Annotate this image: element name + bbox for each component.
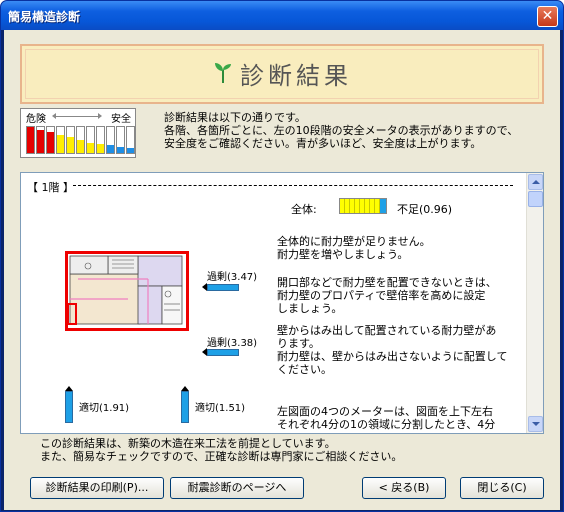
meter-right xyxy=(181,386,189,423)
meter-left xyxy=(65,386,73,423)
meter-bottom-right-label: 過剰(3.38) xyxy=(207,338,258,349)
message-meters-explanation: 左図面の4つのメーターは、図面を上下左右 それぞれ4分の1の領域に分割したとき、… xyxy=(277,405,496,431)
legend-danger-label: 危険 xyxy=(26,114,46,125)
overall-meter xyxy=(339,198,387,214)
message-openings: 開口部などで耐力壁を配置できないときは、 耐力壁のプロパティで壁倍率を高めに設定… xyxy=(277,276,497,315)
scroll-thumb[interactable] xyxy=(528,191,543,207)
legend-level-bar xyxy=(56,126,65,154)
overall-value: 不足(0.96) xyxy=(397,203,453,216)
floor-plan-drawing xyxy=(67,254,186,328)
result-banner: 診断結果 xyxy=(20,44,544,104)
legend-level-bar xyxy=(46,126,55,154)
dialog-client: 診断結果 危険 安全 診断結果は以下の通りです。 各階、各箇所ごとに、左の10段… xyxy=(4,30,560,510)
meter-top-right xyxy=(202,283,239,291)
scroll-up-button[interactable] xyxy=(528,174,543,190)
legend-level-bar xyxy=(76,126,85,154)
footer-note: この診断結果は、新築の木造在来工法を前提としています。 また、簡易なチェックです… xyxy=(40,437,403,463)
message-overall: 全体的に耐力壁が足りません。 耐力壁を増やしましょう。 xyxy=(277,235,431,261)
sprout-icon xyxy=(215,63,231,83)
legend-level-bar xyxy=(126,126,135,154)
floor-heading: 【 1階 】 xyxy=(27,181,74,194)
message-wall-overflow: 壁からはみ出して配置されている耐力壁があ ります。 耐力壁は、壁からはみ出さない… xyxy=(277,324,508,376)
legend-level-bar xyxy=(86,126,95,154)
meter-left-label: 適切(1.91) xyxy=(79,403,130,414)
legend-safe-label: 安全 xyxy=(111,114,131,125)
result-panel[interactable]: 【 1階 】 全体: 不足(0.96) 過剰(3.47) 過剰(3.38) 適切… xyxy=(20,172,544,434)
meter-bottom-right xyxy=(202,348,239,356)
legend-range-arrow xyxy=(52,113,102,119)
overall-label: 全体: xyxy=(291,203,317,216)
window-title: 簡易構造診断 xyxy=(8,10,81,24)
print-result-button[interactable]: 診断結果の印刷(P)... xyxy=(30,477,164,499)
vertical-scrollbar[interactable] xyxy=(526,173,543,433)
meter-right-label: 適切(1.51) xyxy=(195,403,246,414)
dialog-window: 簡易構造診断 ✕ 診断結果 危険 安全 診断結果は以下の通りです。 各階、各箇所… xyxy=(0,0,564,512)
safety-legend: 危険 安全 xyxy=(20,108,136,158)
title-bar[interactable]: 簡易構造診断 ✕ xyxy=(1,1,563,30)
legend-scale xyxy=(26,126,135,154)
scroll-down-button[interactable] xyxy=(528,416,543,432)
seismic-page-button[interactable]: 耐震診断のページへ xyxy=(170,477,304,499)
legend-level-bar xyxy=(106,126,115,154)
legend-level-bar xyxy=(116,126,125,154)
section-divider xyxy=(73,185,513,186)
meter-top-right-label: 過剰(3.47) xyxy=(207,272,258,283)
legend-level-bar xyxy=(66,126,75,154)
page-title: 診断結果 xyxy=(240,62,352,90)
legend-level-bar xyxy=(26,126,35,154)
close-window-button[interactable]: ✕ xyxy=(537,6,558,27)
floor-plan xyxy=(65,251,189,331)
legend-level-bar xyxy=(36,126,45,154)
close-button[interactable]: 閉じる(C) xyxy=(460,477,544,499)
back-button[interactable]: < 戻る(B) xyxy=(362,477,446,499)
intro-text: 診断結果は以下の通りです。 各階、各箇所ごとに、左の10段階の安全メータの表示が… xyxy=(164,111,519,150)
legend-level-bar xyxy=(96,126,105,154)
